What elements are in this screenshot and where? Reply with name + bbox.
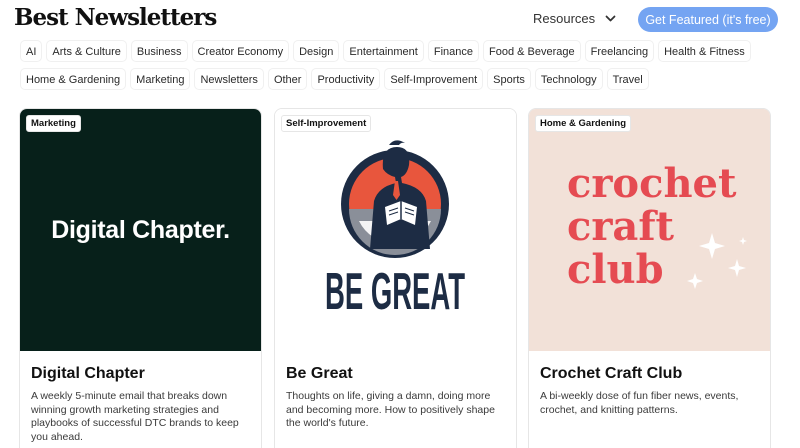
resources-label: Resources: [533, 11, 596, 26]
card-thumbnail: BE GREAT: [275, 109, 516, 351]
category-sports[interactable]: Sports: [487, 68, 531, 90]
category-business[interactable]: Business: [130, 40, 188, 62]
card-title[interactable]: Crochet Craft Club: [540, 365, 682, 383]
category-health-fitness[interactable]: Health & Fitness: [658, 40, 751, 62]
card-description: A weekly 5-minute email that breaks down…: [31, 390, 239, 443]
category-ai[interactable]: AI: [20, 40, 43, 62]
category-design[interactable]: Design: [293, 40, 340, 62]
category-finance[interactable]: Finance: [427, 40, 479, 62]
get-featured-button[interactable]: Get Featured (it's free): [638, 7, 778, 32]
category-tag[interactable]: Self-Improvement: [281, 115, 372, 132]
site-logo[interactable]: Best Newsletters: [14, 4, 217, 31]
thumbnail-line-3: club: [567, 246, 664, 293]
category-arts-culture[interactable]: Arts & Culture: [46, 40, 127, 62]
thumbnail-wordmark: Digital Chapter.: [51, 215, 230, 244]
newsletter-card-crochet-craft-club[interactable]: crochet craft club Home & Gardening Croc…: [528, 108, 771, 448]
card-description: A bi-weekly dose of fun fiber news, even…: [540, 390, 739, 416]
card-thumbnail: Digital Chapter.: [20, 109, 261, 351]
category-productivity[interactable]: Productivity: [311, 68, 381, 90]
site-header: Best Newsletters Resources Get Featured …: [0, 0, 800, 40]
category-creator-economy[interactable]: Creator Economy: [191, 40, 290, 62]
category-tag[interactable]: Home & Gardening: [535, 115, 632, 132]
category-entertainment[interactable]: Entertainment: [343, 40, 424, 62]
category-marketing[interactable]: Marketing: [130, 68, 191, 90]
card-title[interactable]: Digital Chapter: [31, 365, 145, 383]
category-travel[interactable]: Travel: [606, 68, 649, 90]
crochet-craft-club-image: crochet craft club: [567, 160, 747, 293]
card-title[interactable]: Be Great: [286, 365, 353, 383]
newsletter-card-be-great[interactable]: BE GREAT Self-Improvement Be Great Thoug…: [274, 108, 517, 448]
category-row-2: Home & Gardening Marketing Newsletters O…: [20, 68, 790, 90]
card-thumbnail: crochet craft club: [529, 109, 770, 351]
thumbnail-line-2: craft: [567, 203, 675, 250]
category-freelancing[interactable]: Freelancing: [584, 40, 655, 62]
category-tag[interactable]: Marketing: [26, 115, 81, 132]
be-great-logo-image: BE GREAT: [325, 140, 465, 321]
category-other[interactable]: Other: [267, 68, 308, 90]
category-newsletters[interactable]: Newsletters: [194, 68, 264, 90]
chevron-down-icon: [605, 15, 616, 21]
category-row-1: AI Arts & Culture Business Creator Econo…: [20, 40, 790, 62]
newsletter-card-digital-chapter[interactable]: Digital Chapter. Marketing Digital Chapt…: [19, 108, 262, 448]
category-food-beverage[interactable]: Food & Beverage: [482, 40, 581, 62]
thumbnail-wordmark: BE GREAT: [325, 263, 465, 321]
category-home-gardening[interactable]: Home & Gardening: [20, 68, 127, 90]
category-technology[interactable]: Technology: [534, 68, 603, 90]
category-self-improvement[interactable]: Self-Improvement: [384, 68, 484, 90]
resources-menu[interactable]: Resources: [533, 11, 616, 26]
thumbnail-line-1: crochet: [567, 160, 737, 207]
card-description: Thoughts on life, giving a damn, doing m…: [286, 390, 495, 429]
sparkle-icon: [687, 233, 747, 289]
